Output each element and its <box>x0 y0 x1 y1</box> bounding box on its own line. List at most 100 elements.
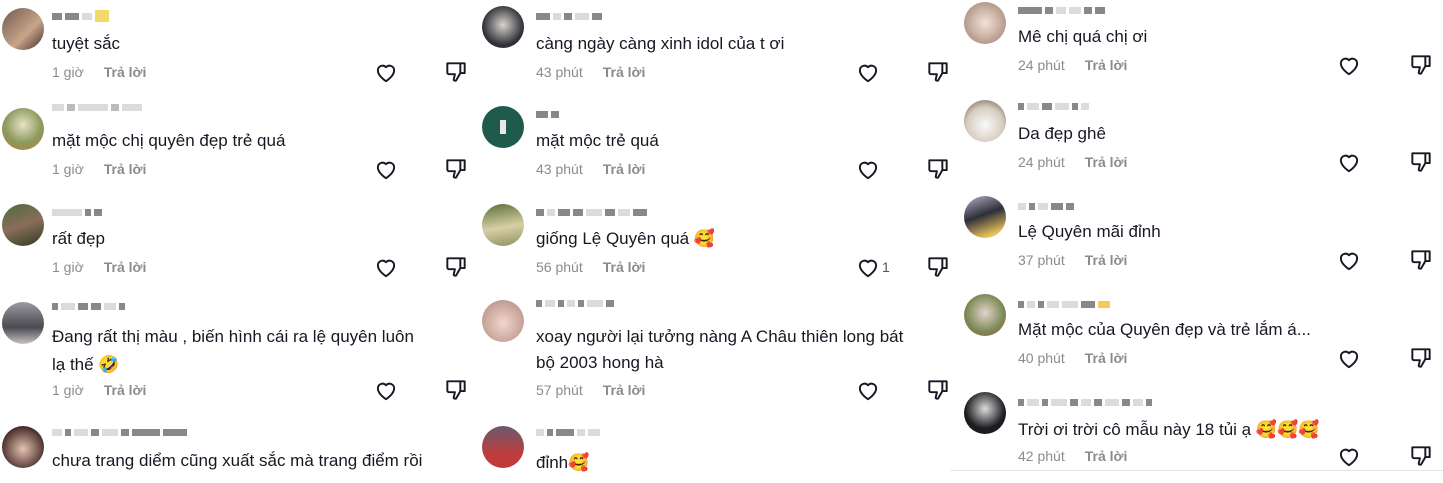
heart-icon[interactable] <box>855 156 881 182</box>
avatar[interactable] <box>2 426 44 468</box>
comment-meta: 1 giờ Trả lời <box>52 382 146 398</box>
reply-button[interactable]: Trả lời <box>104 382 147 398</box>
reply-button[interactable]: Trả lời <box>104 161 147 177</box>
comment-meta: 43 phút Trả lời <box>536 161 645 177</box>
username-pixelated[interactable] <box>536 208 647 216</box>
thumbs-down-icon[interactable] <box>925 254 951 280</box>
thumbs-down-icon[interactable] <box>925 377 951 403</box>
comment-text: chưa trang diểm cũng xuất sắc mà trang đ… <box>52 451 423 470</box>
avatar[interactable] <box>2 204 44 246</box>
like-count: 1 <box>882 259 890 275</box>
comment-item: càng ngày càng xinh idol của t ơi 43 phú… <box>482 0 952 90</box>
heart-icon[interactable] <box>373 254 399 280</box>
comment-text: mặt mộc chị quyên đẹp trẻ quá <box>52 131 286 150</box>
comment-item: giống Lệ Quyên quá 🥰 56 phút Trả lời 1 <box>482 196 952 286</box>
comment-column-2: càng ngày càng xinh idol của t ơi 43 phú… <box>482 0 952 483</box>
thumbs-down-icon[interactable] <box>443 156 469 182</box>
comment-item: Lệ Quyên mãi đỉnh 37 phút Trả lời <box>962 194 1443 286</box>
thumbs-down-icon[interactable] <box>925 59 951 85</box>
reply-button[interactable]: Trả lời <box>603 161 646 177</box>
username-pixelated[interactable] <box>1018 300 1110 308</box>
comment-time: 1 giờ <box>52 259 84 275</box>
reply-button[interactable]: Trả lời <box>1085 57 1128 73</box>
thumbs-down-icon[interactable] <box>1408 149 1434 175</box>
comment-meta: 56 phút Trả lời <box>536 259 645 275</box>
avatar[interactable] <box>2 8 44 50</box>
avatar[interactable] <box>482 204 524 246</box>
thumbs-down-icon[interactable] <box>443 59 469 85</box>
avatar[interactable] <box>964 196 1006 238</box>
avatar[interactable] <box>482 426 524 468</box>
avatar[interactable] <box>482 106 524 148</box>
comment-time: 43 phút <box>536 64 583 80</box>
reply-button[interactable]: Trả lời <box>104 259 147 275</box>
heart-icon[interactable] <box>855 59 881 85</box>
reply-button[interactable]: Trả lời <box>1085 154 1128 170</box>
comment-item: đỉnh🥰 <box>482 420 952 483</box>
username-pixelated[interactable] <box>536 12 602 20</box>
username-pixelated[interactable] <box>1018 6 1105 14</box>
heart-icon[interactable] <box>373 59 399 85</box>
comment-text: đỉnh🥰 <box>536 453 590 472</box>
avatar[interactable] <box>2 108 44 150</box>
comment-text: mặt mộc trẻ quá <box>536 131 659 150</box>
reply-button[interactable]: Trả lời <box>104 64 147 80</box>
avatar[interactable] <box>482 300 524 342</box>
comment-item: Mặt mộc của Quyên đẹp và trẻ lắm á... 40… <box>962 292 1443 384</box>
username-pixelated[interactable] <box>1018 202 1074 210</box>
reply-button[interactable]: Trả lời <box>603 64 646 80</box>
comment-meta: 24 phút Trả lời <box>1018 154 1127 170</box>
reply-button[interactable]: Trả lời <box>1085 350 1128 366</box>
heart-icon[interactable] <box>1336 345 1362 371</box>
reply-button[interactable]: Trả lời <box>1085 252 1128 268</box>
thumbs-down-icon[interactable] <box>1408 443 1434 469</box>
username-pixelated[interactable] <box>536 428 600 436</box>
username-pixelated[interactable] <box>52 103 142 111</box>
comment-text: xoay người lại tưởng nàng A Châu thiên l… <box>536 327 904 346</box>
reply-button[interactable]: Trả lời <box>603 259 646 275</box>
avatar[interactable] <box>964 294 1006 336</box>
avatar[interactable] <box>2 302 44 344</box>
thumbs-down-icon[interactable] <box>443 377 469 403</box>
username-pixelated[interactable] <box>52 428 187 436</box>
heart-icon[interactable] <box>1336 247 1362 273</box>
comment-meta: 43 phút Trả lời <box>536 64 645 80</box>
comment-time: 1 giờ <box>52 382 84 398</box>
comment-meta: 1 giờ Trả lời <box>52 161 146 177</box>
avatar[interactable] <box>482 6 524 48</box>
comment-meta: 37 phút Trả lời <box>1018 252 1127 268</box>
comment-meta: 57 phút Trả lời <box>536 382 645 398</box>
thumbs-down-icon[interactable] <box>925 156 951 182</box>
reply-button[interactable]: Trả lời <box>1085 448 1128 464</box>
comment-text: Mê chị quá chị ơi <box>1018 27 1148 46</box>
heart-icon[interactable] <box>1336 149 1362 175</box>
comment-text: Lệ Quyên mãi đỉnh <box>1018 222 1161 241</box>
thumbs-down-icon[interactable] <box>1408 52 1434 78</box>
avatar[interactable] <box>964 2 1006 44</box>
comment-meta: 40 phút Trả lời <box>1018 350 1127 366</box>
thumbs-down-icon[interactable] <box>1408 247 1434 273</box>
comment-meta: 1 giờ Trả lời <box>52 259 146 275</box>
comment-text: càng ngày càng xinh idol của t ơi <box>536 34 785 53</box>
username-pixelated[interactable] <box>52 10 109 22</box>
heart-icon[interactable] <box>1336 52 1362 78</box>
reply-button[interactable]: Trả lời <box>603 382 646 398</box>
thumbs-down-icon[interactable] <box>443 254 469 280</box>
comment-item: mặt mộc chị quyên đẹp trẻ quá 1 giờ Trả l… <box>0 98 470 188</box>
username-pixelated[interactable] <box>52 208 102 216</box>
avatar[interactable] <box>964 100 1006 142</box>
username-pixelated[interactable] <box>536 110 559 118</box>
heart-icon[interactable] <box>373 377 399 403</box>
avatar[interactable] <box>964 392 1006 434</box>
heart-icon[interactable] <box>373 156 399 182</box>
username-pixelated[interactable] <box>536 299 614 307</box>
comment-item: rất đẹp 1 giờ Trả lời <box>0 196 470 286</box>
username-pixelated[interactable] <box>52 302 125 310</box>
thumbs-down-icon[interactable] <box>1408 345 1434 371</box>
heart-icon[interactable] <box>855 377 881 403</box>
username-pixelated[interactable] <box>1018 102 1089 110</box>
heart-icon[interactable] <box>1336 443 1362 469</box>
username-pixelated[interactable] <box>1018 398 1152 406</box>
heart-icon[interactable] <box>855 254 881 280</box>
comment-item: xoay người lại tưởng nàng A Châu thiên l… <box>482 294 952 414</box>
